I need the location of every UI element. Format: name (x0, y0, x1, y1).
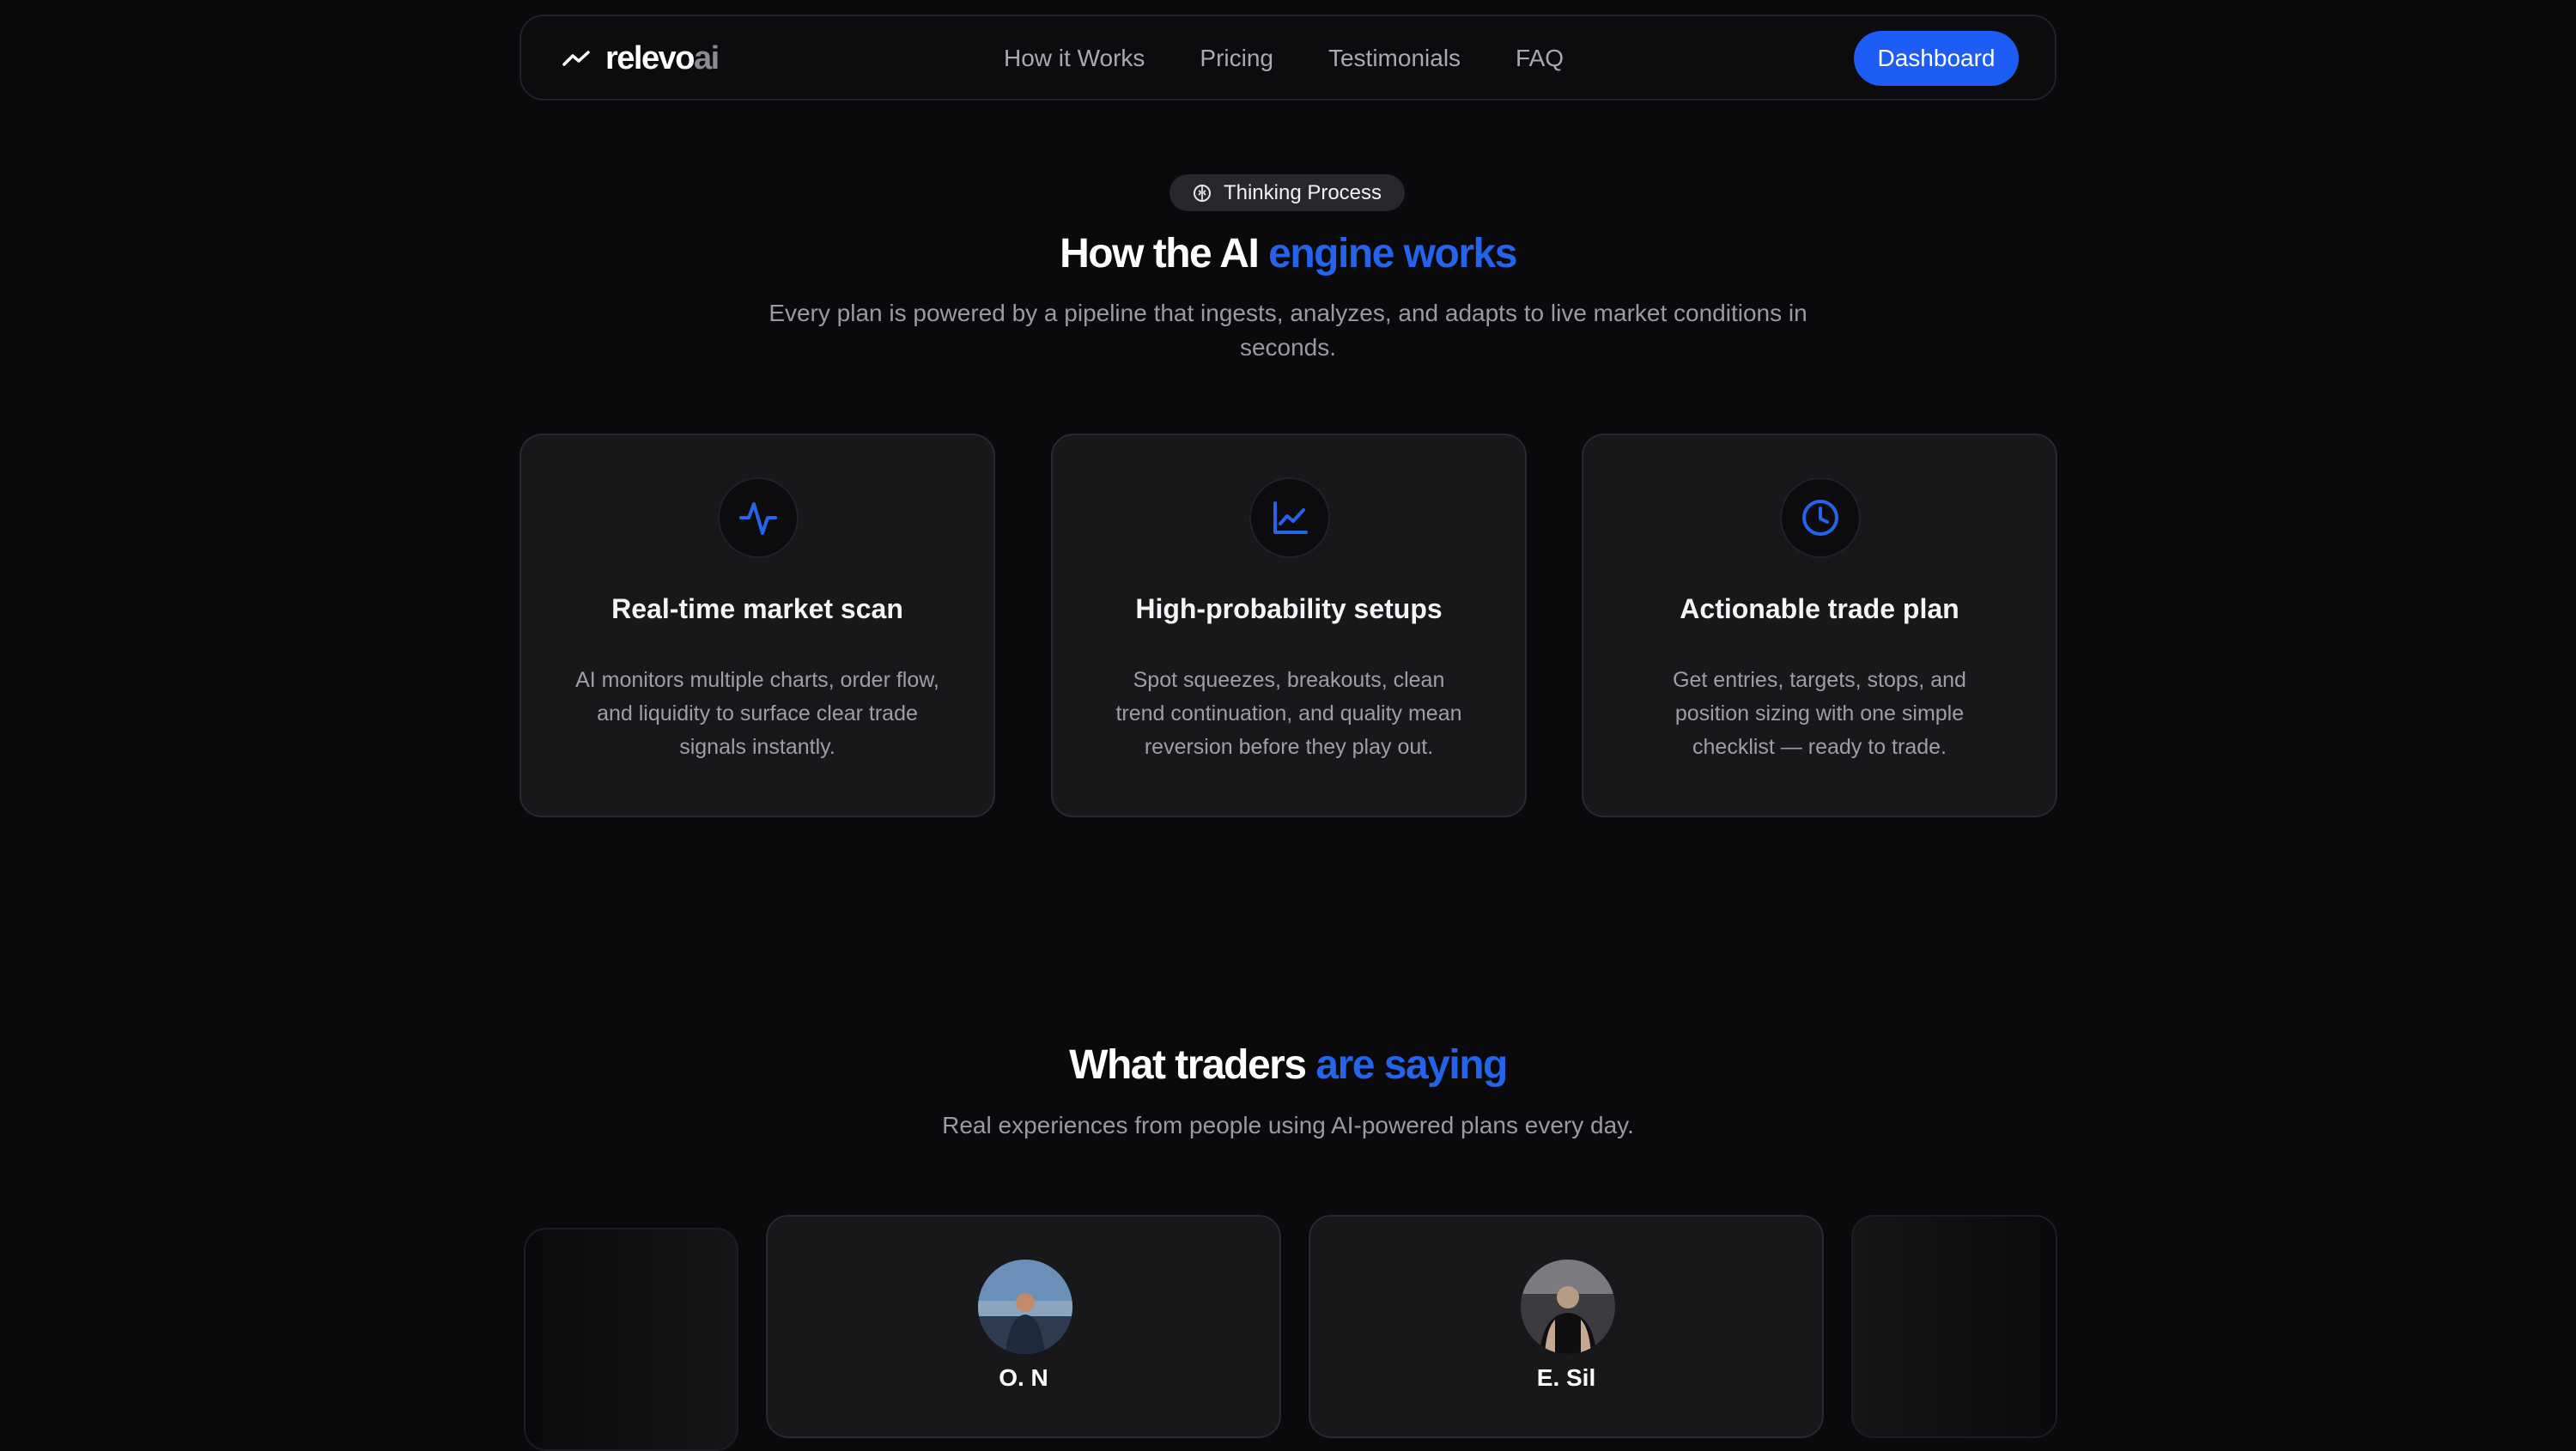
testimonials-title-accent: are saying (1315, 1042, 1508, 1088)
engine-section-subtitle: Every plan is powered by a pipeline that… (515, 296, 2061, 365)
feature-icon-wrapper (718, 477, 799, 558)
avatar (1521, 1260, 1615, 1354)
trend-line-icon (562, 51, 590, 66)
testimonials-title-pre: What traders (1069, 1042, 1316, 1088)
engine-subtitle-line1: Every plan is powered by a pipeline that… (769, 300, 1807, 326)
feature-card-trade-plan: Actionable trade plan Get entries, targe… (1582, 434, 2057, 817)
avatar-photo (978, 1260, 1072, 1354)
testimonial-card: E. Sil (1309, 1215, 1824, 1438)
avatar (978, 1260, 1072, 1354)
brain-icon (1193, 184, 1211, 202)
feature-title: Actionable trade plan (1680, 593, 1959, 624)
engine-section-title: How the AI engine works (0, 230, 2576, 277)
nav-link-how-it-works[interactable]: How it Works (1004, 45, 1145, 72)
testimonial-card: O. N (766, 1215, 1281, 1438)
testimonials-section-title: What traders are saying (0, 1041, 2576, 1089)
engine-subtitle-line2: seconds. (1239, 334, 1337, 361)
feature-description: AI monitors multiple charts, order flow,… (575, 668, 939, 759)
top-navbar: relevo ai How it Works Pricing Testimonia… (519, 15, 2057, 100)
nav-link-faq[interactable]: FAQ (1516, 45, 1564, 72)
feature-description: Spot squeezes, breakouts, clean trend co… (1115, 668, 1462, 759)
thinking-process-badge: Thinking Process (1170, 174, 1405, 211)
feature-icon-wrapper (1249, 477, 1330, 558)
engine-title-accent: engine works (1268, 231, 1517, 276)
logo-text: relevo (605, 39, 695, 76)
feature-title: Real-time market scan (611, 593, 903, 624)
dashboard-button[interactable]: Dashboard (1854, 31, 2019, 86)
nav-link-pricing[interactable]: Pricing (1200, 45, 1273, 72)
activity-pulse-icon (739, 502, 777, 535)
feature-card-market-scan: Real-time market scan AI monitors multip… (519, 434, 995, 817)
feature-icon-wrapper (1780, 477, 1861, 558)
engine-title-pre: How the AI (1060, 231, 1269, 276)
logo-suffix: ai (693, 39, 720, 76)
feature-description: Get entries, targets, stops, and positio… (1673, 668, 1966, 759)
line-chart-icon (1273, 501, 1308, 534)
nav-links: How it Works Pricing Testimonials FAQ (1004, 45, 1564, 72)
testimonial-author: O. N (999, 1364, 1048, 1391)
feature-title: High-probability setups (1135, 593, 1443, 624)
feature-card-setups: High-probability setups Spot squeezes, b… (1051, 434, 1527, 817)
badge-label: Thinking Process (1223, 180, 1382, 204)
clock-icon (1802, 500, 1838, 536)
logo[interactable]: relevo ai (562, 39, 720, 78)
testimonials-subtitle: Real experiences from people using AI-po… (942, 1112, 1634, 1138)
testimonial-card-partial-right (1851, 1215, 2057, 1438)
testimonial-card-partial-left (524, 1228, 738, 1451)
avatar-photo (1521, 1260, 1615, 1354)
testimonial-author: E. Sil (1536, 1364, 1596, 1391)
nav-link-testimonials[interactable]: Testimonials (1328, 45, 1461, 72)
